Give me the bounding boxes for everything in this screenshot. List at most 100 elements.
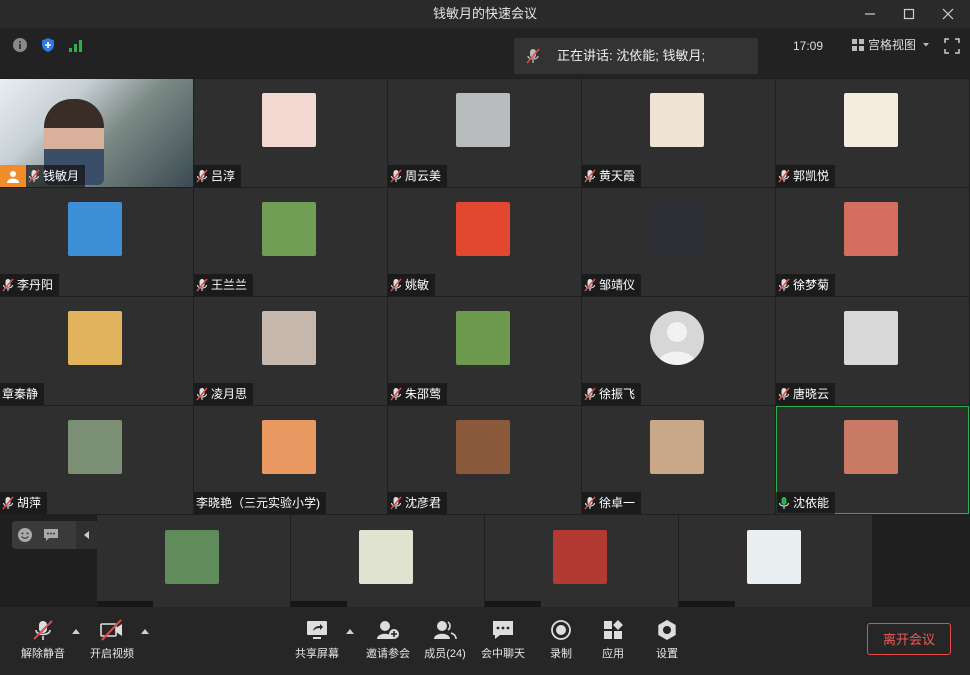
participant-name: 王兰兰 — [211, 278, 248, 292]
participant-tile[interactable]: 王兰兰 — [194, 188, 387, 296]
mic-muted-icon — [584, 169, 596, 183]
participant-name: 郭凯悦 — [793, 169, 830, 183]
participant-tile[interactable]: 姚敏 — [388, 188, 581, 296]
participant-avatar — [844, 202, 898, 256]
share-options-caret[interactable] — [346, 629, 354, 634]
apps-button[interactable]: 应用 — [598, 619, 628, 661]
chat-button[interactable]: 会中聊天 — [480, 619, 526, 661]
participant-name-tag: 唐晓云 — [776, 383, 836, 405]
participant-tile[interactable]: 章秦静 — [0, 297, 193, 405]
share-screen-label: 共享屏幕 — [295, 648, 339, 660]
info-icon[interactable] — [12, 37, 28, 53]
participant-tile[interactable]: 郭凯悦 — [776, 79, 969, 187]
security-shield-icon[interactable] — [40, 37, 56, 53]
mic-muted-icon — [33, 620, 53, 640]
settings-button[interactable]: 设置 — [652, 619, 682, 661]
participant-name: 钱敏月 — [43, 169, 80, 183]
mic-muted-icon — [778, 278, 790, 292]
participant-name: 吕淳 — [211, 169, 236, 183]
participant-tile[interactable]: 凌月思 — [194, 297, 387, 405]
participant-tile[interactable]: 李晓艳（三元实验小学) — [194, 406, 387, 514]
maximize-icon — [903, 8, 915, 20]
participant-avatar — [650, 93, 704, 147]
participant-name-tag: 黄天霞 — [582, 165, 642, 187]
unmute-label: 解除静音 — [21, 648, 65, 660]
participant-tile[interactable]: 李丹阳 — [0, 188, 193, 296]
participant-tile[interactable]: 朱邵莺 — [388, 297, 581, 405]
participant-avatar — [844, 311, 898, 365]
mic-muted-icon — [2, 278, 14, 292]
close-button[interactable] — [928, 0, 968, 28]
participant-tile[interactable]: 钱敏月 — [0, 79, 193, 187]
participant-tile[interactable]: 吕淳 — [194, 79, 387, 187]
start-video-button[interactable]: 开启视频 — [88, 619, 136, 661]
participant-name-tag: 吕淳 — [194, 165, 242, 187]
members-button[interactable]: 成员(24) — [422, 619, 468, 661]
participant-name-tag: 李晓艳（三元实验小学) — [194, 492, 326, 514]
participant-tile[interactable]: 沈彦君 — [388, 406, 581, 514]
participant-avatar — [650, 420, 704, 474]
view-mode-label: 宫格视图 — [868, 38, 917, 52]
mic-muted-icon — [196, 278, 208, 292]
emoji-icon — [18, 528, 32, 542]
invite-button[interactable]: 邀请参会 — [364, 619, 412, 661]
participant-tile[interactable]: 邹靖仪 — [582, 188, 775, 296]
participant-tile[interactable]: 唐晓云 — [776, 297, 969, 405]
participant-name: 凌月思 — [211, 387, 248, 401]
participant-name-tag: 周云美 — [388, 165, 448, 187]
participant-name-tag: 徐梦菊 — [776, 274, 836, 296]
meeting-clock: 17:09 — [793, 39, 824, 53]
record-button[interactable]: 录制 — [546, 619, 576, 661]
signal-icon[interactable] — [68, 37, 84, 53]
strip-participant-tile[interactable] — [291, 515, 484, 607]
record-label: 录制 — [550, 648, 572, 660]
collapse-strip-button[interactable] — [76, 521, 98, 549]
apps-icon — [604, 620, 623, 639]
minimize-button[interactable] — [850, 0, 890, 28]
participant-tile[interactable]: 沈依能 — [776, 406, 969, 514]
participant-name: 李丹阳 — [17, 278, 54, 292]
participant-name: 黄天霞 — [599, 169, 636, 183]
strip-participant-tile[interactable] — [97, 515, 290, 607]
apps-label: 应用 — [602, 648, 624, 660]
participant-avatar — [456, 311, 510, 365]
emoji-button[interactable] — [12, 521, 38, 549]
participant-tile[interactable]: 徐梦菊 — [776, 188, 969, 296]
strip-participant-tile[interactable] — [679, 515, 872, 607]
participant-tile[interactable]: 周云美 — [388, 79, 581, 187]
video-options-caret[interactable] — [141, 629, 149, 634]
view-mode-dropdown[interactable]: 宫格视图 — [852, 37, 930, 53]
leave-meeting-button[interactable]: 离开会议 — [867, 623, 951, 655]
mic-muted-icon — [584, 278, 596, 292]
participant-name-tag: 徐卓一 — [582, 492, 642, 514]
close-icon — [942, 8, 954, 20]
barrage-button[interactable] — [38, 521, 64, 549]
speaking-indicator: 正在讲话: 沈依能; 钱敏月; — [514, 38, 758, 74]
fullscreen-icon[interactable] — [944, 38, 960, 54]
participant-avatar — [165, 530, 219, 584]
share-screen-icon — [307, 621, 327, 639]
mic-muted-icon — [778, 169, 790, 183]
participant-tile[interactable]: 黄天霞 — [582, 79, 775, 187]
mic-muted-icon — [28, 169, 40, 183]
chat-label: 会中聊天 — [481, 648, 525, 660]
unmute-button[interactable]: 解除静音 — [20, 619, 66, 661]
chevron-left-icon — [84, 531, 89, 539]
strip-participant-tile[interactable] — [485, 515, 678, 607]
camera-off-icon — [100, 619, 122, 641]
participant-avatar — [844, 93, 898, 147]
settings-label: 设置 — [656, 648, 678, 660]
audio-options-caret[interactable] — [72, 629, 80, 634]
participant-name-tag: 沈彦君 — [388, 492, 448, 514]
mic-muted-icon — [390, 278, 402, 292]
participant-tile[interactable]: 徐卓一 — [582, 406, 775, 514]
participant-name: 徐梦菊 — [793, 278, 830, 292]
participant-tile[interactable]: 徐振飞 — [582, 297, 775, 405]
participant-name-tag: 郭凯悦 — [776, 165, 836, 187]
participant-name: 胡萍 — [17, 496, 42, 510]
maximize-button[interactable] — [889, 0, 929, 28]
share-screen-button[interactable]: 共享屏幕 — [293, 619, 341, 661]
add-user-icon — [377, 621, 399, 639]
members-label: 成员(24) — [424, 648, 466, 660]
participant-tile[interactable]: 胡萍 — [0, 406, 193, 514]
